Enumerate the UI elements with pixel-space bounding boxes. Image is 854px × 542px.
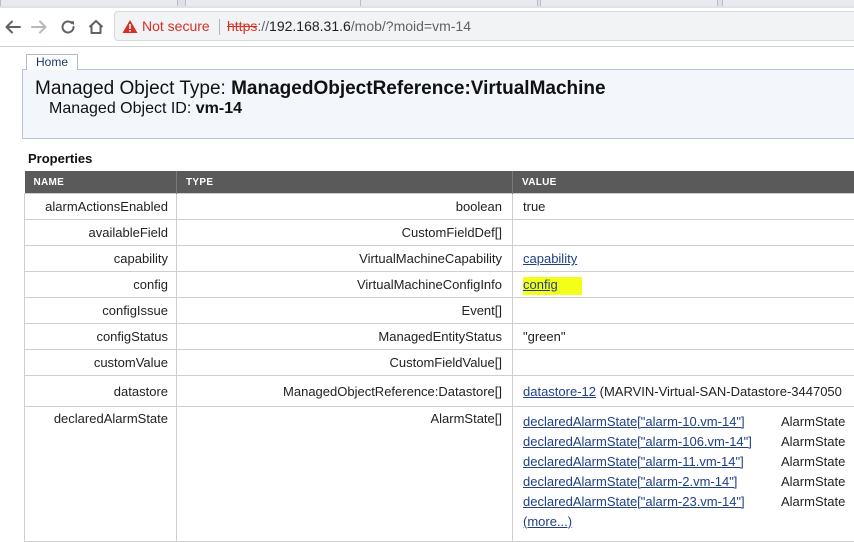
property-name: alarmActionsEnabled [25,194,177,220]
forward-button[interactable] [28,16,50,38]
home-link[interactable]: Home [26,54,78,70]
properties-title: Properties [28,151,92,166]
browser-toolbar: Not secure https://192.168.31.6/mob/?moi… [0,8,854,47]
property-name: configStatus [25,324,177,350]
alarm-state-link[interactable]: declaredAlarmState["alarm-2.vm-14"] [523,474,781,489]
property-value [513,298,854,324]
property-name: availableField [25,220,177,246]
property-type: ManagedEntityStatus [177,324,513,350]
table-row: capability VirtualMachineCapability capa… [25,246,854,272]
alarm-state-link[interactable]: declaredAlarmState["alarm-106.vm-14"] [523,434,781,449]
back-icon [4,18,22,36]
browser-tab[interactable] [360,0,538,6]
alarm-state-link[interactable]: declaredAlarmState["alarm-11.vm-14"] [523,454,781,469]
browser-tab[interactable] [540,0,718,6]
property-value: capability [513,246,854,272]
forward-icon [30,18,48,36]
table-row: alarmActionsEnabled boolean true [25,194,854,220]
table-row: declaredAlarmState AlarmState[] declared… [25,407,854,542]
list-item: declaredAlarmState["alarm-106.vm-14"]Ala… [523,431,854,451]
address-bar[interactable]: Not secure https://192.168.31.6/mob/?moi… [114,11,854,41]
datastore-link[interactable]: datastore-12 [523,384,596,399]
alarm-state-type: AlarmState [781,474,845,489]
list-item: declaredAlarmState["alarm-11.vm-14"]Alar… [523,451,854,471]
property-value: config [513,272,854,298]
url-host: 192.168.31.6 [269,18,351,34]
property-value: true [513,194,854,220]
property-value [513,350,854,376]
browser-tab[interactable] [722,0,854,6]
highlight-marker: config [523,277,582,295]
managed-object-type: Managed Object Type: ManagedObjectRefere… [35,78,606,100]
list-item: declaredAlarmState["alarm-10.vm-14"]Alar… [523,411,854,431]
property-type: CustomFieldDef[] [177,220,513,246]
property-type: Event[] [177,298,513,324]
table-row: datastore ManagedObjectReference:Datasto… [25,376,854,407]
managed-object-id-label: Managed Object ID: [49,100,196,117]
property-type: VirtualMachineCapability [177,246,513,272]
back-button[interactable] [2,16,24,38]
alarm-state-type: AlarmState [781,434,845,449]
property-name: datastore [25,376,177,407]
property-type: VirtualMachineConfigInfo [177,272,513,298]
property-type: AlarmState[] [177,407,513,542]
datastore-name-text: (MARVIN-Virtual-SAN-Datastore-3447050 [596,384,842,399]
reload-button[interactable] [57,16,79,38]
alarm-state-type: AlarmState [781,494,845,509]
list-item: declaredAlarmState["alarm-23.vm-14"]Alar… [523,491,854,511]
table-header-row: NAME TYPE VALUE [25,171,854,194]
table-row: configIssue Event[] [25,298,854,324]
column-header-value: VALUE [513,171,854,194]
alarm-state-link[interactable]: declaredAlarmState["alarm-23.vm-14"] [523,494,781,509]
managed-object-id-value: vm-14 [196,100,242,117]
alarm-state-link[interactable]: declaredAlarmState["alarm-10.vm-14"] [523,414,781,429]
column-header-name: NAME [25,171,177,194]
property-name: capability [25,246,177,272]
table-row: availableField CustomFieldDef[] [25,220,854,246]
alarm-state-type: AlarmState [781,414,845,429]
url-scheme: https [227,18,257,34]
managed-object-header: Managed Object Type: ManagedObjectRefere… [22,69,854,139]
managed-object-type-value: ManagedObjectReference:VirtualMachine [231,78,605,99]
managed-object-type-label: Managed Object Type: [35,78,231,99]
browser-tab[interactable] [0,0,178,6]
reload-icon [59,18,77,36]
omnibox-divider [219,19,220,35]
browser-tab[interactable] [185,0,363,6]
home-icon [87,18,105,36]
list-item: declaredAlarmState["alarm-2.vm-14"]Alarm… [523,471,854,491]
url-text[interactable]: https://192.168.31.6/mob/?moid=vm-14 [227,18,471,34]
property-name: customValue [25,350,177,376]
table-row: customValue CustomFieldValue[] [25,350,854,376]
property-type: ManagedObjectReference:Datastore[] [177,376,513,407]
property-name: configIssue [25,298,177,324]
property-value: "green" [513,324,854,350]
capability-link[interactable]: capability [523,251,577,266]
property-value [513,220,854,246]
list-item: (more...) [523,511,854,531]
not-secure-label[interactable]: Not secure [142,18,210,34]
url-path: /mob/?moid=vm-14 [351,18,471,34]
property-type: boolean [177,194,513,220]
properties-table: NAME TYPE VALUE alarmActionsEnabled bool… [24,171,854,542]
property-type: CustomFieldValue[] [177,350,513,376]
managed-object-id: Managed Object ID: vm-14 [49,100,242,118]
table-row: configStatus ManagedEntityStatus "green" [25,324,854,350]
alarm-state-type: AlarmState [781,454,845,469]
property-value: declaredAlarmState["alarm-10.vm-14"]Alar… [513,407,854,542]
config-link[interactable]: config [523,277,558,292]
browser-tab-strip [0,0,854,8]
property-name: config [25,272,177,298]
url-scheme-separator: :// [257,18,269,34]
more-link[interactable]: (more...) [523,514,781,529]
table-row: config VirtualMachineConfigInfo config [25,272,854,298]
column-header-type: TYPE [177,171,513,194]
property-value: datastore-12 (MARVIN-Virtual-SAN-Datasto… [513,376,854,407]
property-name: declaredAlarmState [25,407,177,542]
warning-icon [122,19,138,34]
home-button[interactable] [85,16,107,38]
